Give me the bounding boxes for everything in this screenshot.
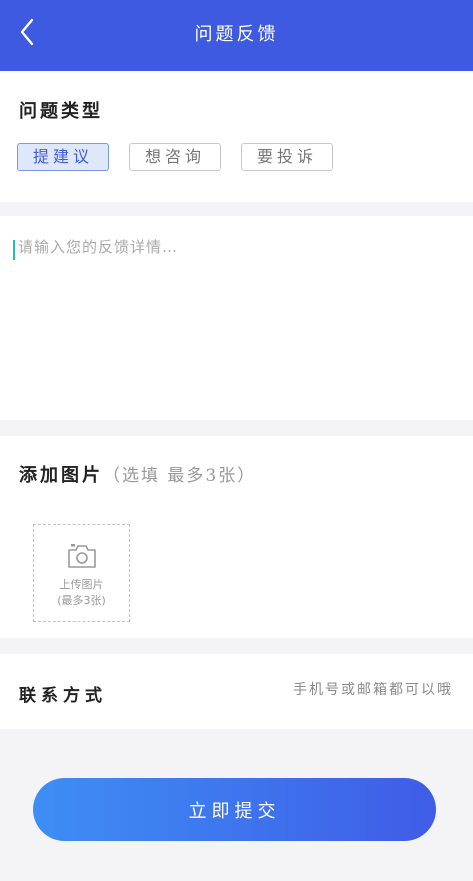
camera-icon bbox=[68, 544, 96, 568]
feedback-textarea[interactable] bbox=[12, 236, 460, 406]
upload-image-button[interactable]: 上传图片 (最多3张) bbox=[33, 524, 130, 622]
header-bar: 问题反馈 bbox=[0, 0, 473, 71]
problem-type-section: 问题类型 提建议 想咨询 要投诉 bbox=[0, 71, 473, 202]
upload-limit-label: (最多3张) bbox=[57, 594, 106, 607]
add-images-section: 添加图片（选填 最多3张） 上传图片 (最多3张) bbox=[0, 436, 473, 638]
problem-type-label: 问题类型 bbox=[19, 101, 103, 122]
feedback-section bbox=[0, 216, 473, 420]
type-option-suggestion[interactable]: 提建议 bbox=[17, 143, 109, 171]
page-title: 问题反馈 bbox=[194, 24, 279, 45]
type-option-inquiry[interactable]: 想咨询 bbox=[129, 143, 221, 171]
upload-image-label: 上传图片 bbox=[59, 578, 104, 591]
type-option-complaint[interactable]: 要投诉 bbox=[241, 143, 333, 171]
contact-input[interactable] bbox=[193, 676, 453, 704]
submit-button[interactable]: 立即提交 bbox=[33, 778, 436, 841]
add-images-title: 添加图片 bbox=[19, 465, 103, 486]
add-images-heading: 添加图片（选填 最多3张） bbox=[19, 461, 256, 487]
contact-section: 联系方式 bbox=[0, 654, 473, 729]
add-images-hint: （选填 最多3张） bbox=[103, 466, 257, 486]
contact-label: 联系方式 bbox=[19, 686, 107, 706]
